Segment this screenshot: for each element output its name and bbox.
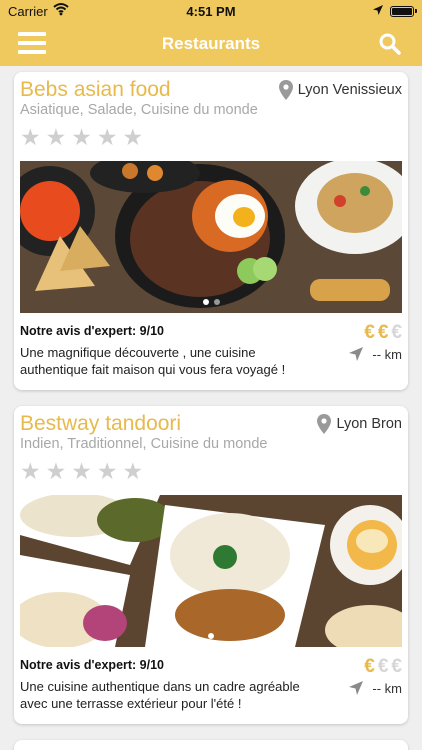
euro-icon: € bbox=[364, 656, 375, 677]
distance: -- km bbox=[348, 680, 402, 696]
carousel-indicator[interactable] bbox=[20, 299, 402, 305]
restaurant-card[interactable]: Bebs asian food Lyon Venissieux Asiatiqu… bbox=[14, 72, 408, 390]
status-bar: Carrier 4:51 PM bbox=[0, 0, 422, 22]
city-label: Lyon Bron bbox=[336, 416, 402, 432]
expert-review-title: Notre avis d'expert: 9/10 bbox=[20, 658, 165, 672]
battery-icon bbox=[390, 6, 417, 17]
star-icon[interactable]: ★ bbox=[71, 124, 92, 150]
cuisine-tags: Indien, Traditionnel, Cuisine du monde bbox=[20, 436, 268, 452]
map-pin-icon bbox=[317, 414, 332, 434]
carousel-indicator[interactable] bbox=[20, 633, 402, 639]
star-icon[interactable]: ★ bbox=[46, 458, 67, 484]
price-level: € € € bbox=[364, 656, 402, 678]
navigation-arrow-icon bbox=[349, 347, 364, 361]
star-icon[interactable]: ★ bbox=[123, 458, 144, 484]
restaurant-card[interactable]: Bestway tandoori Lyon Bron Indien, Tradi… bbox=[14, 406, 408, 724]
euro-icon: € bbox=[391, 322, 402, 343]
star-icon[interactable]: ★ bbox=[71, 458, 92, 484]
star-icon[interactable]: ★ bbox=[123, 124, 144, 150]
restaurant-location: Lyon Bron bbox=[317, 414, 402, 434]
distance: -- km bbox=[348, 346, 402, 362]
cuisine-tags: Asiatique, Salade, Cuisine du monde bbox=[20, 102, 258, 118]
distance-label: -- km bbox=[372, 346, 402, 362]
clock: 4:51 PM bbox=[186, 4, 236, 19]
star-icon[interactable]: ★ bbox=[46, 124, 67, 150]
restaurant-photo[interactable] bbox=[20, 495, 402, 647]
star-rating[interactable]: ★ ★ ★ ★ ★ bbox=[20, 124, 143, 150]
distance-label: -- km bbox=[372, 680, 402, 696]
food-photo-image bbox=[20, 495, 402, 647]
search-icon[interactable] bbox=[378, 32, 402, 56]
euro-icon: € bbox=[391, 656, 402, 677]
restaurant-name[interactable]: Bestway tandoori bbox=[20, 412, 181, 436]
expert-review-text: Une cuisine authentique dans un cadre ag… bbox=[20, 679, 300, 711]
page-title: Restaurants bbox=[161, 34, 261, 53]
restaurant-location: Lyon Venissieux bbox=[278, 80, 402, 100]
star-icon[interactable]: ★ bbox=[20, 124, 41, 150]
location-arrow-icon bbox=[373, 5, 383, 15]
star-rating[interactable]: ★ ★ ★ ★ ★ bbox=[20, 458, 143, 484]
star-icon[interactable]: ★ bbox=[97, 458, 118, 484]
nav-bar: Restaurants bbox=[0, 22, 422, 66]
price-level: € € € bbox=[364, 322, 402, 344]
expert-review-text: Une magnifique découverte , une cuisine … bbox=[20, 345, 286, 377]
restaurant-name[interactable]: Bebs asian food bbox=[20, 78, 171, 102]
expert-review-title: Notre avis d'expert: 9/10 bbox=[20, 324, 165, 338]
star-icon[interactable]: ★ bbox=[97, 124, 118, 150]
euro-icon: € bbox=[377, 322, 389, 343]
euro-icon: € bbox=[377, 656, 389, 677]
restaurant-card[interactable] bbox=[14, 740, 408, 750]
star-icon[interactable]: ★ bbox=[20, 458, 41, 484]
map-pin-icon bbox=[278, 80, 293, 100]
navigation-arrow-icon bbox=[349, 681, 364, 695]
euro-icon: € bbox=[364, 322, 375, 343]
city-label: Lyon Venissieux bbox=[297, 82, 402, 98]
restaurant-photo[interactable] bbox=[20, 161, 402, 313]
food-photo-image bbox=[20, 161, 402, 313]
